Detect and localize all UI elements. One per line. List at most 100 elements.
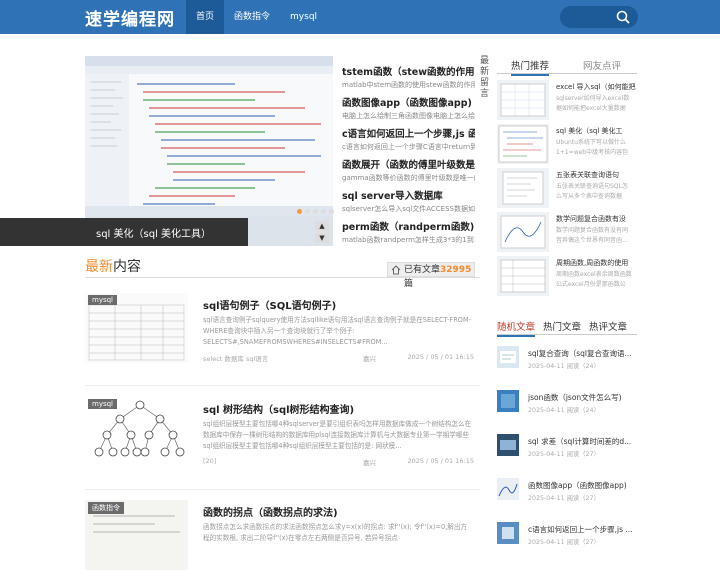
random-article-meta: 2025-04-11 阅读（27）	[528, 539, 600, 546]
headline-desc: 电脑上怎么绘制三角函数图像电脑上怎么绘制...	[342, 112, 475, 120]
recommend-thumbnail[interactable]	[497, 212, 549, 252]
article-summary: sql语言查询例子sqlquery使用方法sqllike语句用法sql语言查询例…	[203, 316, 472, 346]
article-thumbnail[interactable]: mysql	[85, 397, 188, 467]
slider-down-icon[interactable]: ▼	[315, 233, 329, 243]
article-item[interactable]: 函数指令 函数的拐点（函数拐点的求法) 函数拐点怎么求函数拐点的求法函数拐点怎么…	[85, 500, 480, 570]
nav-functions[interactable]: 函数指令	[224, 0, 280, 34]
category-badge[interactable]: mysql	[88, 399, 117, 409]
article-meta: [20] 嘉兴 2025 / 05 / 01 16:15	[203, 457, 474, 467]
random-article-thumbnail[interactable]	[497, 522, 519, 544]
article-title[interactable]: sql 树形结构（sql树形结构查询)	[203, 401, 354, 416]
random-article-meta: 2025-04-11 阅读（27）	[528, 495, 600, 502]
latest-comments-tag[interactable]: 最新留言	[480, 56, 490, 100]
headline-item[interactable]: 函数展开（函数的傅里叶级数是 gamma函数等价函数的傅里叶级数是唯一的吗...	[342, 153, 475, 184]
article-date: 2025 / 05 / 01 16:15	[407, 457, 474, 465]
article-thumbnail[interactable]: 函数指令	[85, 500, 188, 570]
search-input[interactable]	[560, 6, 638, 28]
random-article-item[interactable]: c语言如何返回上一个步骤,js ... 2025-04-11 阅读（27）	[497, 522, 637, 552]
headline-desc: gamma函数等价函数的傅里叶级数是唯一的吗...	[342, 174, 475, 182]
recommend-item[interactable]: 周期函数,周函数的使用 周期函数excel表余周数函数公式excel月份是那函数…	[497, 256, 637, 300]
article-item[interactable]: mysql sql语句例子（SQL语句例子) sql语言查询例子sqlquery…	[85, 293, 480, 373]
slider-dot[interactable]	[329, 209, 334, 214]
recommend-title[interactable]: 周期函数,周函数的使用	[556, 258, 636, 268]
recommend-title[interactable]: excel 导入sql（如何能把	[556, 82, 636, 92]
recommend-title[interactable]: 五张表关联查询语句	[556, 170, 636, 180]
article-tags[interactable]: [20]	[203, 457, 216, 465]
slider-up-icon[interactable]: ▲	[315, 221, 329, 231]
random-article-title[interactable]: json函数（json文件怎么写)	[528, 392, 633, 403]
article-thumbnail[interactable]: mysql	[85, 293, 188, 363]
nav-mysql[interactable]: mysql	[280, 0, 327, 34]
article-meta: select 数据库 sql语言 嘉兴 2025 / 05 / 01 16:15	[203, 353, 474, 363]
headline-desc: c语言如何返回上一个步骤C语言中return到底...	[342, 143, 475, 151]
recommend-desc: Ubuntu系统下可以做什么1+1=web中级考核内容包括什么...	[556, 139, 629, 156]
headline-title[interactable]: 函数展开（函数的傅里叶级数是	[342, 157, 475, 170]
slider-arrows: ▲ ▼	[315, 221, 329, 243]
headline-desc: sqlserver怎么导入sql文件ACCESS数据如何导...	[342, 205, 475, 213]
search-icon[interactable]	[616, 10, 630, 24]
headline-item[interactable]: perm函数（randperm函数) matlab函数randperm怎样生成3*…	[342, 215, 475, 246]
article-title[interactable]: 函数的拐点（函数拐点的求法)	[203, 504, 338, 519]
tab-hot-comments[interactable]: 热评文章	[589, 319, 627, 333]
tab-user-reviews[interactable]: 网友点评	[583, 58, 621, 72]
recommend-desc: sqlserver如何导入excel数据如何能把excel大量数据导...	[556, 95, 630, 112]
slider-dot[interactable]	[305, 209, 310, 214]
headline-title[interactable]: sql server导入数据库	[342, 188, 475, 201]
recommend-desc: 周期函数excel表余周数函数公式excel月份是那函数公式...	[556, 271, 632, 288]
article-title[interactable]: sql语句例子（SQL语句例子)	[203, 297, 336, 312]
recommend-thumbnail[interactable]	[497, 124, 549, 164]
article-tags[interactable]: select 数据库 sql语言	[203, 353, 268, 363]
random-article-title[interactable]: sql 求差（sql计算时间差的d...	[528, 436, 633, 447]
headline-item[interactable]: c语言如何返回上一个步骤,js 函 c语言如何返回上一个步骤C语言中return到…	[342, 122, 475, 153]
random-article-thumbnail[interactable]	[497, 478, 519, 500]
recommend-item[interactable]: excel 导入sql（如何能把 sqlserver如何导入excel数据如何能…	[497, 80, 637, 124]
category-badge[interactable]: mysql	[88, 295, 117, 305]
random-article-title[interactable]: 函数图像app（函数图像app)	[528, 480, 633, 491]
headline-desc: matlab函数randperm怎样生成3*3的1到10的随...	[342, 236, 475, 244]
recommend-item[interactable]: 数学问题复合函数有没 数学问题复合函数有没有同音异偶这个世界有同音函...	[497, 212, 637, 256]
tab-hot-articles[interactable]: 热门文章	[543, 319, 581, 333]
tab-random-articles[interactable]: 随机文章	[497, 319, 536, 337]
headline-item[interactable]: sql server导入数据库 sqlserver怎么导入sql文件ACCESS数…	[342, 184, 475, 215]
random-article-title[interactable]: sql复合查询（sql复合查询语...	[528, 348, 633, 359]
article-date: 2025 / 05 / 01 16:15	[407, 353, 474, 361]
random-article-thumbnail[interactable]	[497, 434, 519, 456]
divider	[85, 489, 480, 490]
random-article-item[interactable]: sql复合查询（sql复合查询语... 2025-04-11 阅读（24）	[497, 346, 637, 376]
slider-caption[interactable]: sql 美化（sql 美化工具）	[96, 225, 211, 240]
recommend-item[interactable]: sql 美化（sql 美化工 Ubuntu系统下可以做什么1+1=web中级考核…	[497, 124, 637, 168]
headline-title[interactable]: 函数图像app（函数图像app)	[342, 95, 475, 108]
random-article-item[interactable]: 函数图像app（函数图像app) 2025-04-11 阅读（27）	[497, 478, 637, 508]
random-article-thumbnail[interactable]	[497, 390, 519, 412]
slider-image[interactable]	[85, 56, 333, 216]
site-logo[interactable]: 速学编程网	[85, 5, 175, 30]
headline-title[interactable]: c语言如何返回上一个步骤,js 函	[342, 126, 475, 139]
article-author: 嘉兴	[363, 355, 376, 363]
site-header: 速学编程网 首页 函数指令 mysql	[0, 0, 720, 34]
recommend-item[interactable]: 五张表关联查询语句 五张表关联查询语句SQL怎么写从多个表中查询数据的...	[497, 168, 637, 212]
headline-title[interactable]: perm函数（randperm函数)	[342, 219, 475, 232]
tab-hot-recommend[interactable]: 热门推荐	[511, 58, 550, 76]
recommend-thumbnail[interactable]	[497, 168, 549, 208]
headline-title[interactable]: tstem函数（stew函数的作用)	[342, 64, 475, 77]
random-article-item[interactable]: sql 求差（sql计算时间差的d... 2025-04-11 阅读（27）	[497, 434, 637, 464]
random-article-title[interactable]: c语言如何返回上一个步骤,js ...	[528, 524, 633, 535]
recommend-thumbnail[interactable]	[497, 256, 549, 296]
slider-dot[interactable]	[313, 209, 318, 214]
slider-dot[interactable]	[321, 209, 326, 214]
headline-item[interactable]: 函数图像app（函数图像app) 电脑上怎么绘制三角函数图像电脑上怎么绘制...	[342, 91, 475, 122]
random-article-thumbnail[interactable]	[497, 346, 519, 368]
slider-dot[interactable]	[297, 209, 302, 214]
article-item[interactable]: mysql sql 树形结构（sql树形结构查询) sql组织层模型主要包括哪4…	[85, 397, 480, 477]
recommend-desc: 数学问题复合函数有没有同音异偶这个世界有同音函...	[556, 227, 629, 244]
slider-dots	[297, 209, 334, 214]
recommend-title[interactable]: 数学问题复合函数有没	[556, 214, 636, 224]
recommend-thumbnail[interactable]	[497, 80, 549, 120]
random-article-item[interactable]: json函数（json文件怎么写) 2025-04-11 阅读（24）	[497, 390, 637, 420]
recommend-desc: 五张表关联查询语句SQL怎么写从多个表中查询数据的...	[556, 183, 628, 200]
recommend-title[interactable]: sql 美化（sql 美化工	[556, 126, 636, 136]
nav-home[interactable]: 首页	[186, 0, 225, 34]
category-badge[interactable]: 函数指令	[88, 502, 124, 514]
sidebar-tabs: 热门推荐 网友点评	[497, 56, 637, 76]
headline-item[interactable]: tstem函数（stew函数的作用) matlab中stem函数的使用stew函数…	[342, 60, 475, 91]
